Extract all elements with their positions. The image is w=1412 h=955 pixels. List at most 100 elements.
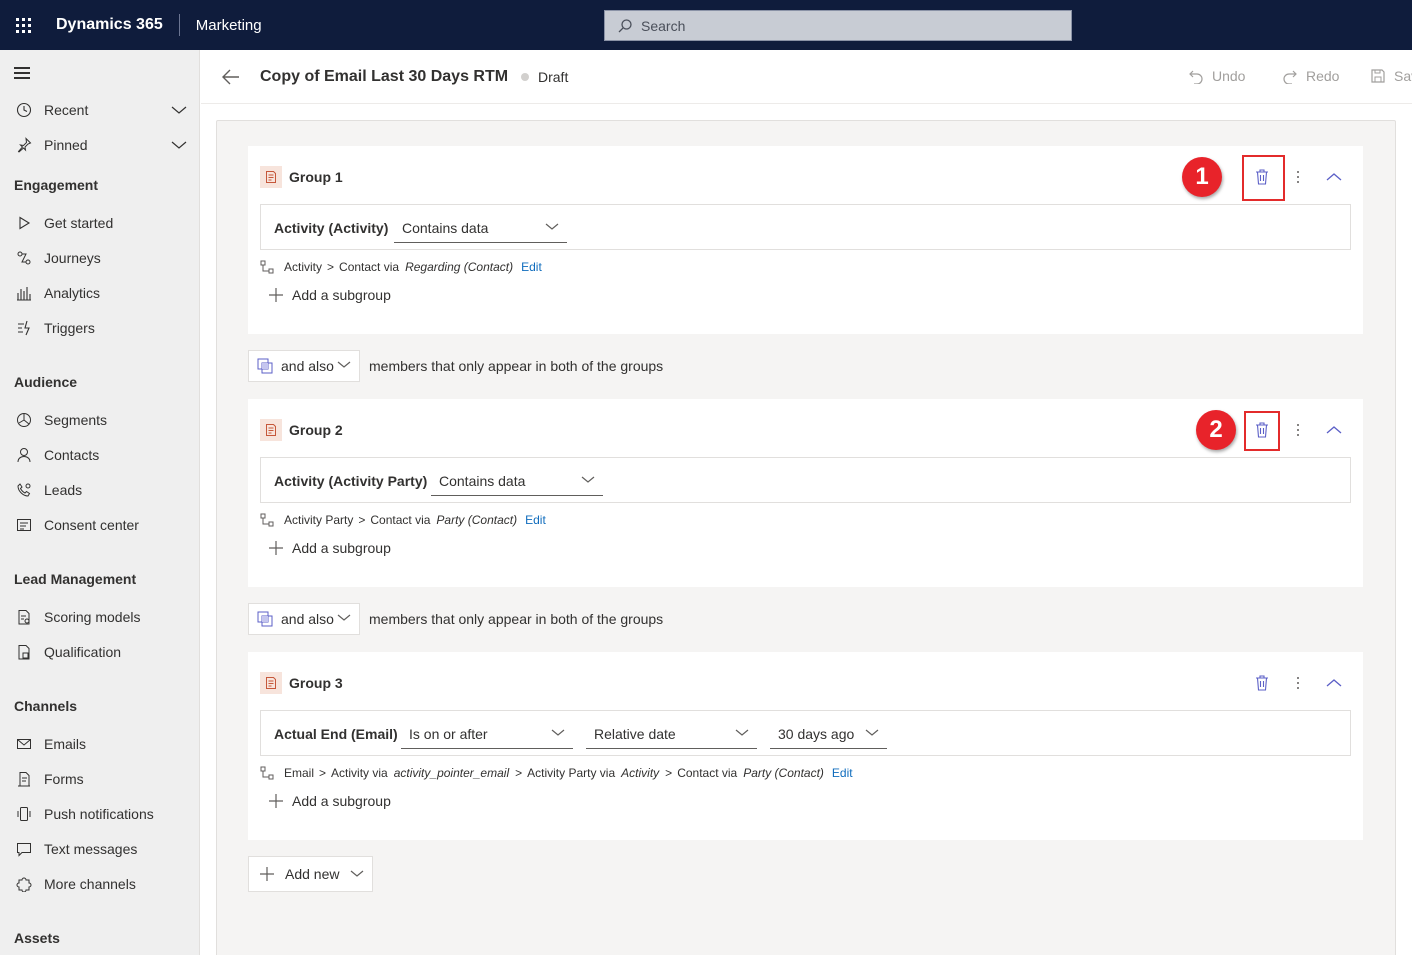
group-header: Group 3	[260, 672, 343, 694]
analytics-icon	[14, 285, 34, 301]
condition-row: Actual End (Email) Is on or after Relati…	[260, 710, 1351, 756]
path-relation: Party (Contact)	[436, 513, 518, 527]
add-new-button[interactable]: Add new	[248, 856, 373, 892]
scoring-icon	[14, 609, 34, 625]
add-subgroup-button[interactable]: Add a subgroup	[268, 793, 391, 809]
group-combiner: and also members that only appear in bot…	[248, 603, 663, 635]
edit-path-link[interactable]: Edit	[832, 766, 853, 780]
sidebar-item-leads[interactable]: Leads	[14, 478, 189, 502]
sidebar-item-journeys[interactable]: Journeys	[14, 246, 189, 270]
sidebar: Recent Pinned Engagement Get started Jou…	[0, 50, 200, 955]
sidebar-item-emails[interactable]: Emails	[14, 732, 189, 756]
date-type-dropdown[interactable]: Relative date	[586, 719, 757, 749]
sidebar-item-consent-center[interactable]: Consent center	[14, 513, 189, 537]
more-options-icon[interactable]	[1296, 423, 1300, 437]
combine-operator-label: and also	[281, 611, 334, 627]
operator-value: Is on or after	[409, 725, 488, 742]
intersect-icon	[257, 358, 273, 374]
hamburger-menu-icon[interactable]	[14, 67, 30, 82]
app-launcher-icon[interactable]	[0, 0, 46, 50]
group-icon	[260, 166, 282, 188]
path-segment: Activity Party via	[527, 766, 616, 780]
chevron-up-icon[interactable]	[1326, 678, 1342, 688]
page-title: Copy of Email Last 30 Days RTM	[260, 68, 509, 85]
mail-icon	[14, 736, 34, 752]
back-arrow-icon[interactable]	[221, 68, 241, 86]
brand-title[interactable]: Dynamics 365	[56, 16, 163, 34]
person-icon	[14, 447, 34, 463]
date-value-dropdown[interactable]: 30 days ago	[770, 719, 887, 749]
top-bar: Dynamics 365 Marketing Search	[0, 0, 1412, 50]
operator-dropdown[interactable]: Contains data	[394, 213, 567, 243]
status-dot	[521, 73, 529, 81]
sidebar-item-pinned[interactable]: Pinned	[14, 133, 189, 157]
more-options-icon[interactable]	[1296, 170, 1300, 184]
sidebar-item-label: Journeys	[44, 250, 101, 266]
undo-icon	[1189, 70, 1203, 84]
group-title: Group 3	[289, 675, 343, 691]
sidebar-item-text-messages[interactable]: Text messages	[14, 837, 189, 861]
sidebar-item-push-notifications[interactable]: Push notifications	[14, 802, 189, 826]
group-title: Group 2	[289, 422, 343, 438]
sidebar-item-triggers[interactable]: Triggers	[14, 316, 189, 340]
relationship-icon	[260, 260, 274, 274]
delete-icon[interactable]	[1254, 674, 1270, 692]
section-title-lead-management: Lead Management	[14, 571, 137, 587]
app-name[interactable]: Marketing	[196, 17, 262, 34]
save-label: Sav	[1394, 68, 1412, 84]
path-relation: Activity	[621, 766, 660, 780]
combine-operator-dropdown[interactable]: and also	[248, 350, 360, 382]
sidebar-item-contacts[interactable]: Contacts	[14, 443, 189, 467]
search-input[interactable]: Search	[604, 10, 1072, 41]
sidebar-item-more-channels[interactable]: More channels	[14, 872, 189, 896]
path-segment: Activity Party	[284, 513, 354, 527]
sidebar-item-qualification[interactable]: Qualification	[14, 640, 189, 664]
condition-field: Activity (Activity)	[274, 220, 389, 236]
sidebar-item-analytics[interactable]: Analytics	[14, 281, 189, 305]
sidebar-item-label: Scoring models	[44, 609, 141, 625]
sidebar-item-label: Consent center	[44, 517, 139, 533]
annotation-highlight-box	[1242, 155, 1285, 201]
plus-icon	[269, 794, 283, 808]
sidebar-item-segments[interactable]: Segments	[14, 408, 189, 432]
plus-icon	[269, 288, 283, 302]
more-options-icon[interactable]	[1296, 676, 1300, 690]
sidebar-item-recent[interactable]: Recent	[14, 98, 189, 122]
sidebar-item-label: Emails	[44, 736, 87, 752]
add-subgroup-label: Add a subgroup	[292, 540, 391, 556]
chevron-down-icon	[865, 729, 879, 736]
operator-dropdown[interactable]: Is on or after	[401, 719, 573, 749]
edit-path-link[interactable]: Edit	[525, 513, 546, 527]
sidebar-item-scoring-models[interactable]: Scoring models	[14, 605, 189, 629]
combine-operator-dropdown[interactable]: and also	[248, 603, 360, 635]
intersect-icon	[257, 611, 273, 627]
add-subgroup-button[interactable]: Add a subgroup	[268, 287, 391, 303]
date-type-value: Relative date	[594, 725, 676, 742]
redo-button[interactable]: Redo	[1282, 68, 1339, 84]
chevron-up-icon[interactable]	[1326, 172, 1342, 182]
sidebar-item-forms[interactable]: Forms	[14, 767, 189, 791]
operator-value: Contains data	[402, 219, 489, 236]
operator-dropdown[interactable]: Contains data	[431, 466, 603, 496]
add-subgroup-button[interactable]: Add a subgroup	[268, 540, 391, 556]
phone-icon	[14, 482, 34, 498]
condition-row: Activity (Activity) Contains data	[260, 204, 1351, 250]
search-icon	[618, 18, 632, 32]
edit-path-link[interactable]: Edit	[521, 260, 542, 274]
path-separator: >	[665, 766, 673, 780]
play-icon	[14, 216, 34, 230]
annotation-badge-1: 1	[1182, 157, 1222, 197]
undo-button[interactable]: Undo	[1188, 68, 1245, 84]
chevron-down-icon[interactable]	[171, 140, 187, 150]
chevron-down-icon[interactable]	[171, 105, 187, 115]
mobile-icon	[14, 806, 34, 822]
sidebar-item-get-started[interactable]: Get started	[14, 211, 189, 235]
sidebar-item-label: More channels	[44, 876, 136, 892]
group-header: Group 1	[260, 166, 343, 188]
save-icon	[1371, 69, 1385, 83]
path-separator: >	[327, 260, 335, 274]
group-card-3: Group 3 Actual End (Email) Is on or afte…	[248, 652, 1363, 840]
save-button[interactable]: Sav	[1370, 68, 1412, 84]
combine-description: members that only appear in both of the …	[369, 358, 664, 374]
chevron-up-icon[interactable]	[1326, 425, 1342, 435]
